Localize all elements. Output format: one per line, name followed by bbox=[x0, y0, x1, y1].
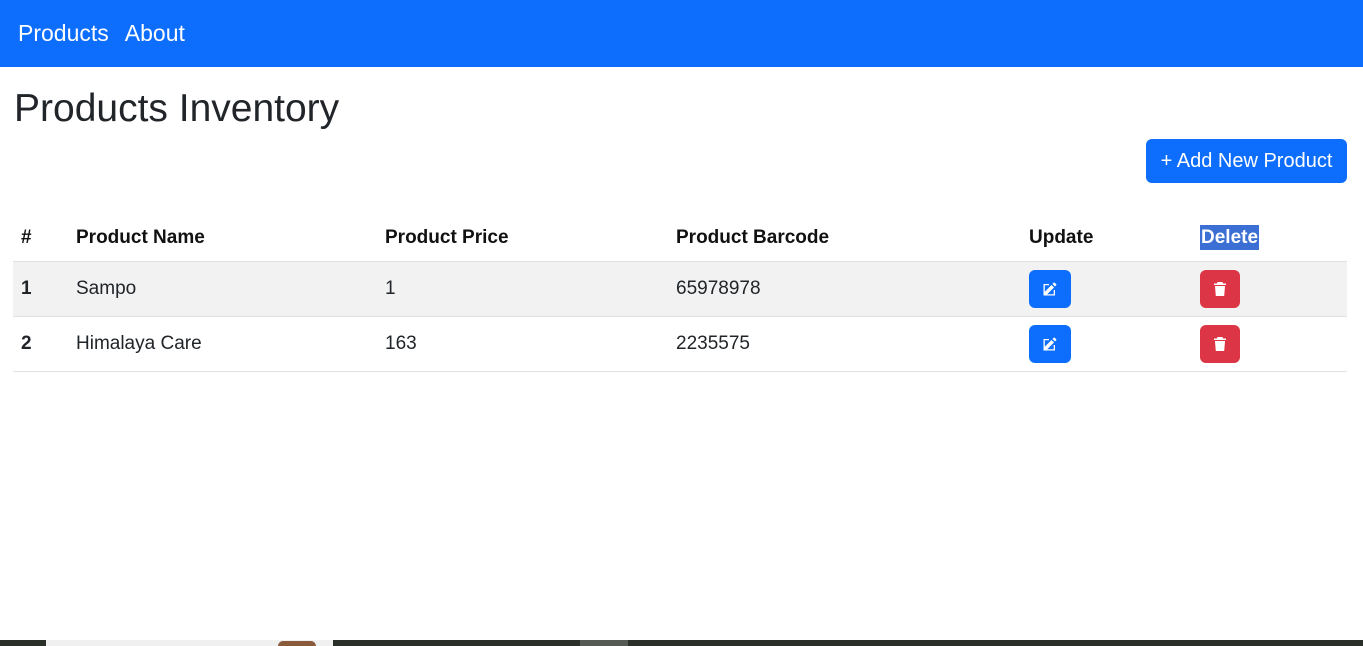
row-delete-cell bbox=[1192, 316, 1347, 372]
edit-icon bbox=[1043, 282, 1057, 295]
row-update-cell bbox=[1021, 261, 1192, 317]
row-index: 1 bbox=[13, 261, 68, 317]
row-product-price: 163 bbox=[377, 316, 668, 372]
table-row: 2 Himalaya Care 163 2235575 bbox=[13, 316, 1347, 372]
add-new-product-button[interactable]: + Add New Product bbox=[1146, 139, 1347, 183]
add-new-product-label: + Add New Product bbox=[1160, 149, 1333, 172]
edit-icon bbox=[1043, 337, 1057, 350]
nav-link-products[interactable]: Products bbox=[18, 22, 109, 45]
row-delete-cell bbox=[1192, 261, 1347, 317]
edit-button[interactable] bbox=[1029, 269, 1071, 308]
header-product-price: Product Price bbox=[377, 216, 668, 262]
row-product-name: Sampo bbox=[68, 261, 377, 317]
taskbar-item[interactable] bbox=[580, 640, 628, 646]
header-delete-label: Delete bbox=[1200, 225, 1260, 251]
header-update: Update bbox=[1021, 216, 1192, 262]
trash-icon bbox=[1214, 281, 1226, 296]
row-index: 2 bbox=[13, 316, 68, 372]
delete-button[interactable] bbox=[1200, 269, 1240, 308]
products-table: # Product Name Product Price Product Bar… bbox=[13, 216, 1347, 372]
page-title: Products Inventory bbox=[14, 87, 340, 130]
row-product-barcode: 2235575 bbox=[668, 316, 1021, 372]
products-table-container: # Product Name Product Price Product Bar… bbox=[13, 216, 1347, 372]
row-product-barcode: 65978978 bbox=[668, 261, 1021, 317]
navbar: Products About bbox=[0, 0, 1363, 67]
table-row: 1 Sampo 1 65978978 bbox=[13, 261, 1347, 317]
nav-link-about[interactable]: About bbox=[125, 22, 185, 45]
row-product-price: 1 bbox=[377, 261, 668, 317]
taskbar-app-icon[interactable] bbox=[278, 641, 316, 646]
delete-button[interactable] bbox=[1200, 324, 1240, 363]
row-update-cell bbox=[1021, 316, 1192, 372]
edit-button[interactable] bbox=[1029, 324, 1071, 363]
row-product-name: Himalaya Care bbox=[68, 316, 377, 372]
header-delete: Delete bbox=[1192, 216, 1347, 262]
header-product-barcode: Product Barcode bbox=[668, 216, 1021, 262]
header-product-name: Product Name bbox=[68, 216, 377, 262]
trash-icon bbox=[1214, 336, 1226, 351]
header-index: # bbox=[13, 216, 68, 262]
table-header-row: # Product Name Product Price Product Bar… bbox=[13, 216, 1347, 262]
